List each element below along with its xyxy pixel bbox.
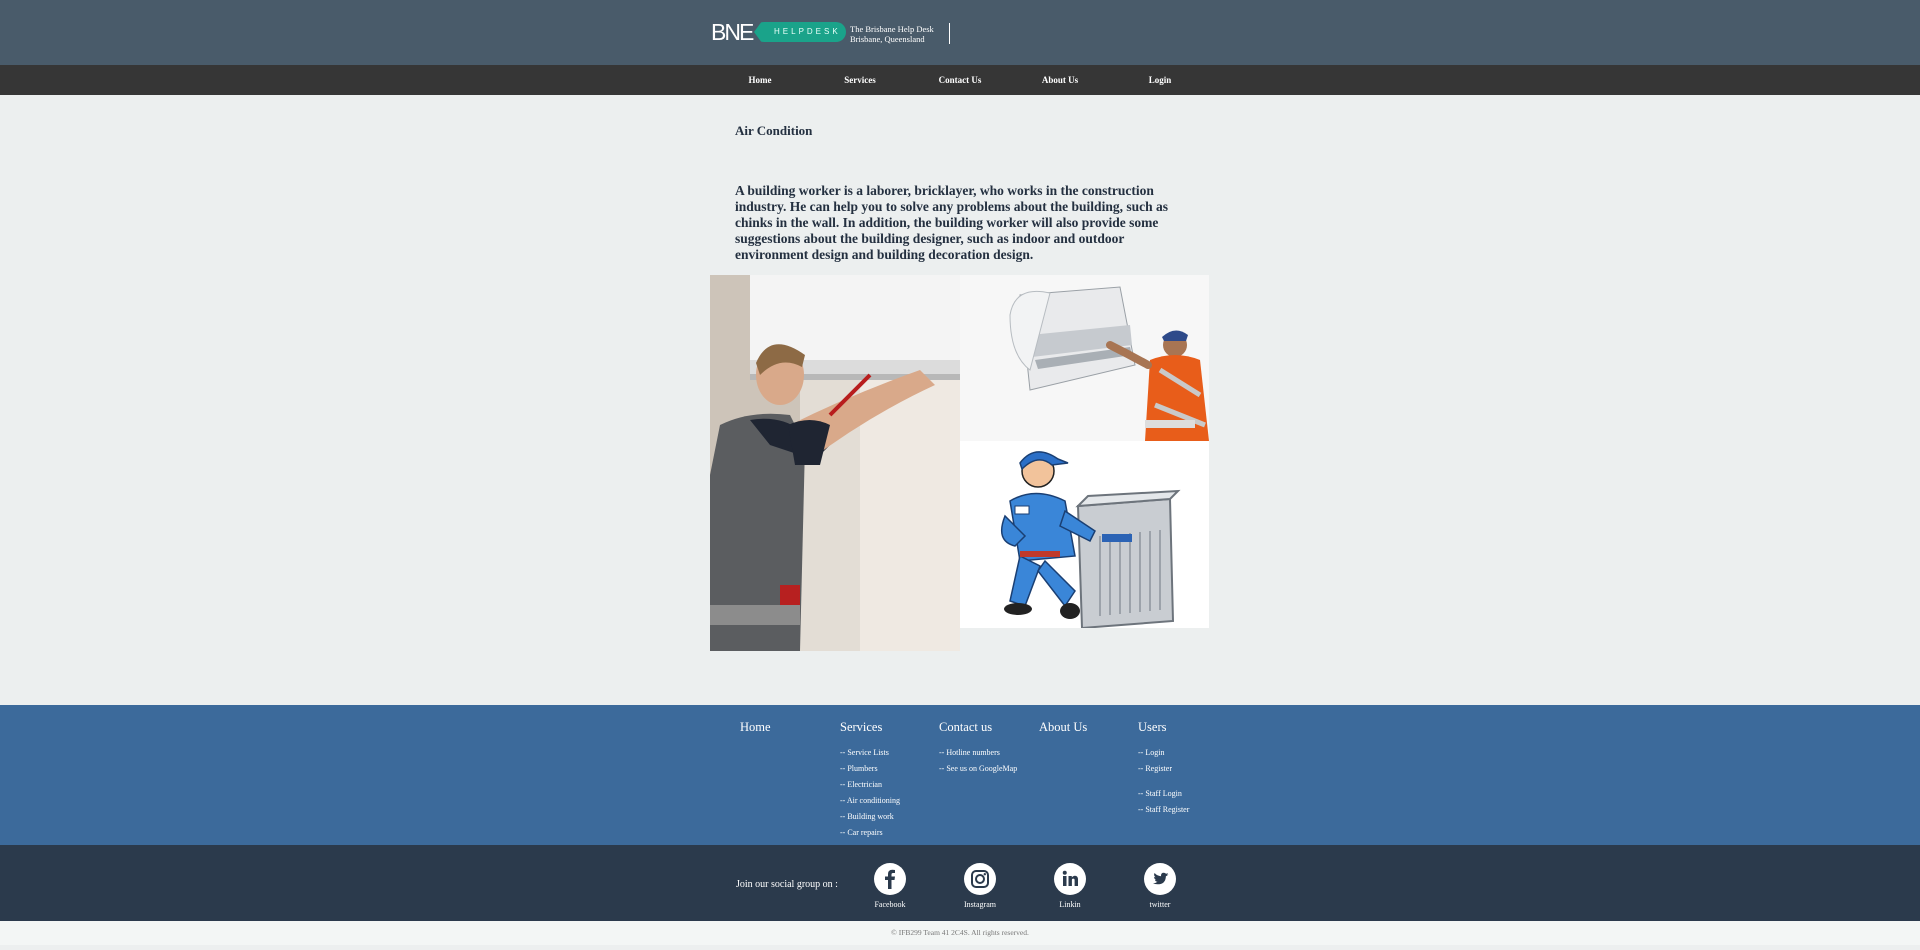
site-footer: Home Services -- Service Lists -- Plumbe… <box>0 705 1920 845</box>
nav-services[interactable]: Services <box>810 65 910 95</box>
technician-photo <box>710 275 960 651</box>
social-linkedin-label: Linkin <box>1059 900 1081 909</box>
ac-repair-photo <box>960 275 1209 441</box>
footer-link-register[interactable]: -- Register <box>1138 761 1189 777</box>
social-twitter[interactable]: twitter <box>1130 863 1190 909</box>
footer-contact-title[interactable]: Contact us <box>939 720 1017 735</box>
footer-users-title[interactable]: Users <box>1138 720 1189 735</box>
nav-home[interactable]: Home <box>710 65 810 95</box>
footer-home-title[interactable]: Home <box>740 720 771 735</box>
footer-link-service-lists[interactable]: -- Service Lists <box>840 745 900 761</box>
footer-spacer <box>1138 777 1189 786</box>
page-title: Air Condition <box>735 123 813 138</box>
footer-link-staff-register[interactable]: -- Staff Register <box>1138 802 1189 818</box>
instagram-icon[interactable] <box>964 863 996 895</box>
linkedin-icon[interactable] <box>1054 863 1086 895</box>
footer-col-about: About Us <box>1039 720 1087 745</box>
nav-contact-us[interactable]: Contact Us <box>910 65 1010 95</box>
site-header: BNE HELPDESK The Brisbane Help Desk Bris… <box>0 0 1920 65</box>
footer-col-home: Home <box>740 720 771 745</box>
footer-about-title[interactable]: About Us <box>1039 720 1087 735</box>
footer-link-login[interactable]: -- Login <box>1138 745 1189 761</box>
tagline-line-1: The Brisbane Help Desk <box>850 24 934 34</box>
footer-link-googlemap[interactable]: -- See us on GoogleMap <box>939 761 1017 777</box>
nav-login[interactable]: Login <box>1110 65 1210 95</box>
footer-col-users: Users -- Login -- Register -- Staff Logi… <box>1138 720 1189 818</box>
footer-col-contact: Contact us -- Hotline numbers -- See us … <box>939 720 1017 777</box>
nav-about-us[interactable]: About Us <box>1010 65 1110 95</box>
social-facebook-label: Facebook <box>874 900 906 909</box>
social-instagram-label: Instagram <box>964 900 996 909</box>
footer-services-title[interactable]: Services <box>840 720 900 735</box>
footer-link-plumbers[interactable]: -- Plumbers <box>840 761 900 777</box>
social-instagram[interactable]: Instagram <box>950 863 1010 909</box>
copyright-notice: © IFB299 Team 41 2C4S. All rights reserv… <box>0 921 1920 945</box>
footer-link-staff-login[interactable]: -- Staff Login <box>1138 786 1189 802</box>
footer-link-building-work[interactable]: -- Building work <box>840 809 900 825</box>
social-bar: Join our social group on : Facebook Inst… <box>0 845 1920 921</box>
ac-cartoon-illustration <box>960 441 1209 628</box>
logo-badge: HELPDESK <box>754 22 846 42</box>
site-tagline: The Brisbane Help Desk Brisbane, Queensl… <box>850 24 934 44</box>
main-nav: Home Services Contact Us About Us Login <box>0 65 1920 95</box>
footer-link-electrician[interactable]: -- Electrician <box>840 777 900 793</box>
header-divider <box>949 23 950 44</box>
footer-col-services: Services -- Service Lists -- Plumbers --… <box>840 720 900 841</box>
social-facebook[interactable]: Facebook <box>860 863 920 909</box>
social-label: Join our social group on : <box>736 879 838 890</box>
service-description: A building worker is a laborer, bricklay… <box>735 183 1168 262</box>
logo-badge-text: HELPDESK <box>774 27 841 36</box>
facebook-icon[interactable] <box>874 863 906 895</box>
footer-link-air-conditioning[interactable]: -- Air conditioning <box>840 793 900 809</box>
social-linkedin[interactable]: Linkin <box>1040 863 1100 909</box>
tagline-line-2: Brisbane, Queensland <box>850 34 925 44</box>
footer-link-hotline[interactable]: -- Hotline numbers <box>939 745 1017 761</box>
footer-link-car-repairs[interactable]: -- Car repairs <box>840 825 900 841</box>
social-twitter-label: twitter <box>1149 900 1171 909</box>
logo-wordmark: BNE <box>711 19 754 45</box>
twitter-icon[interactable] <box>1144 863 1176 895</box>
